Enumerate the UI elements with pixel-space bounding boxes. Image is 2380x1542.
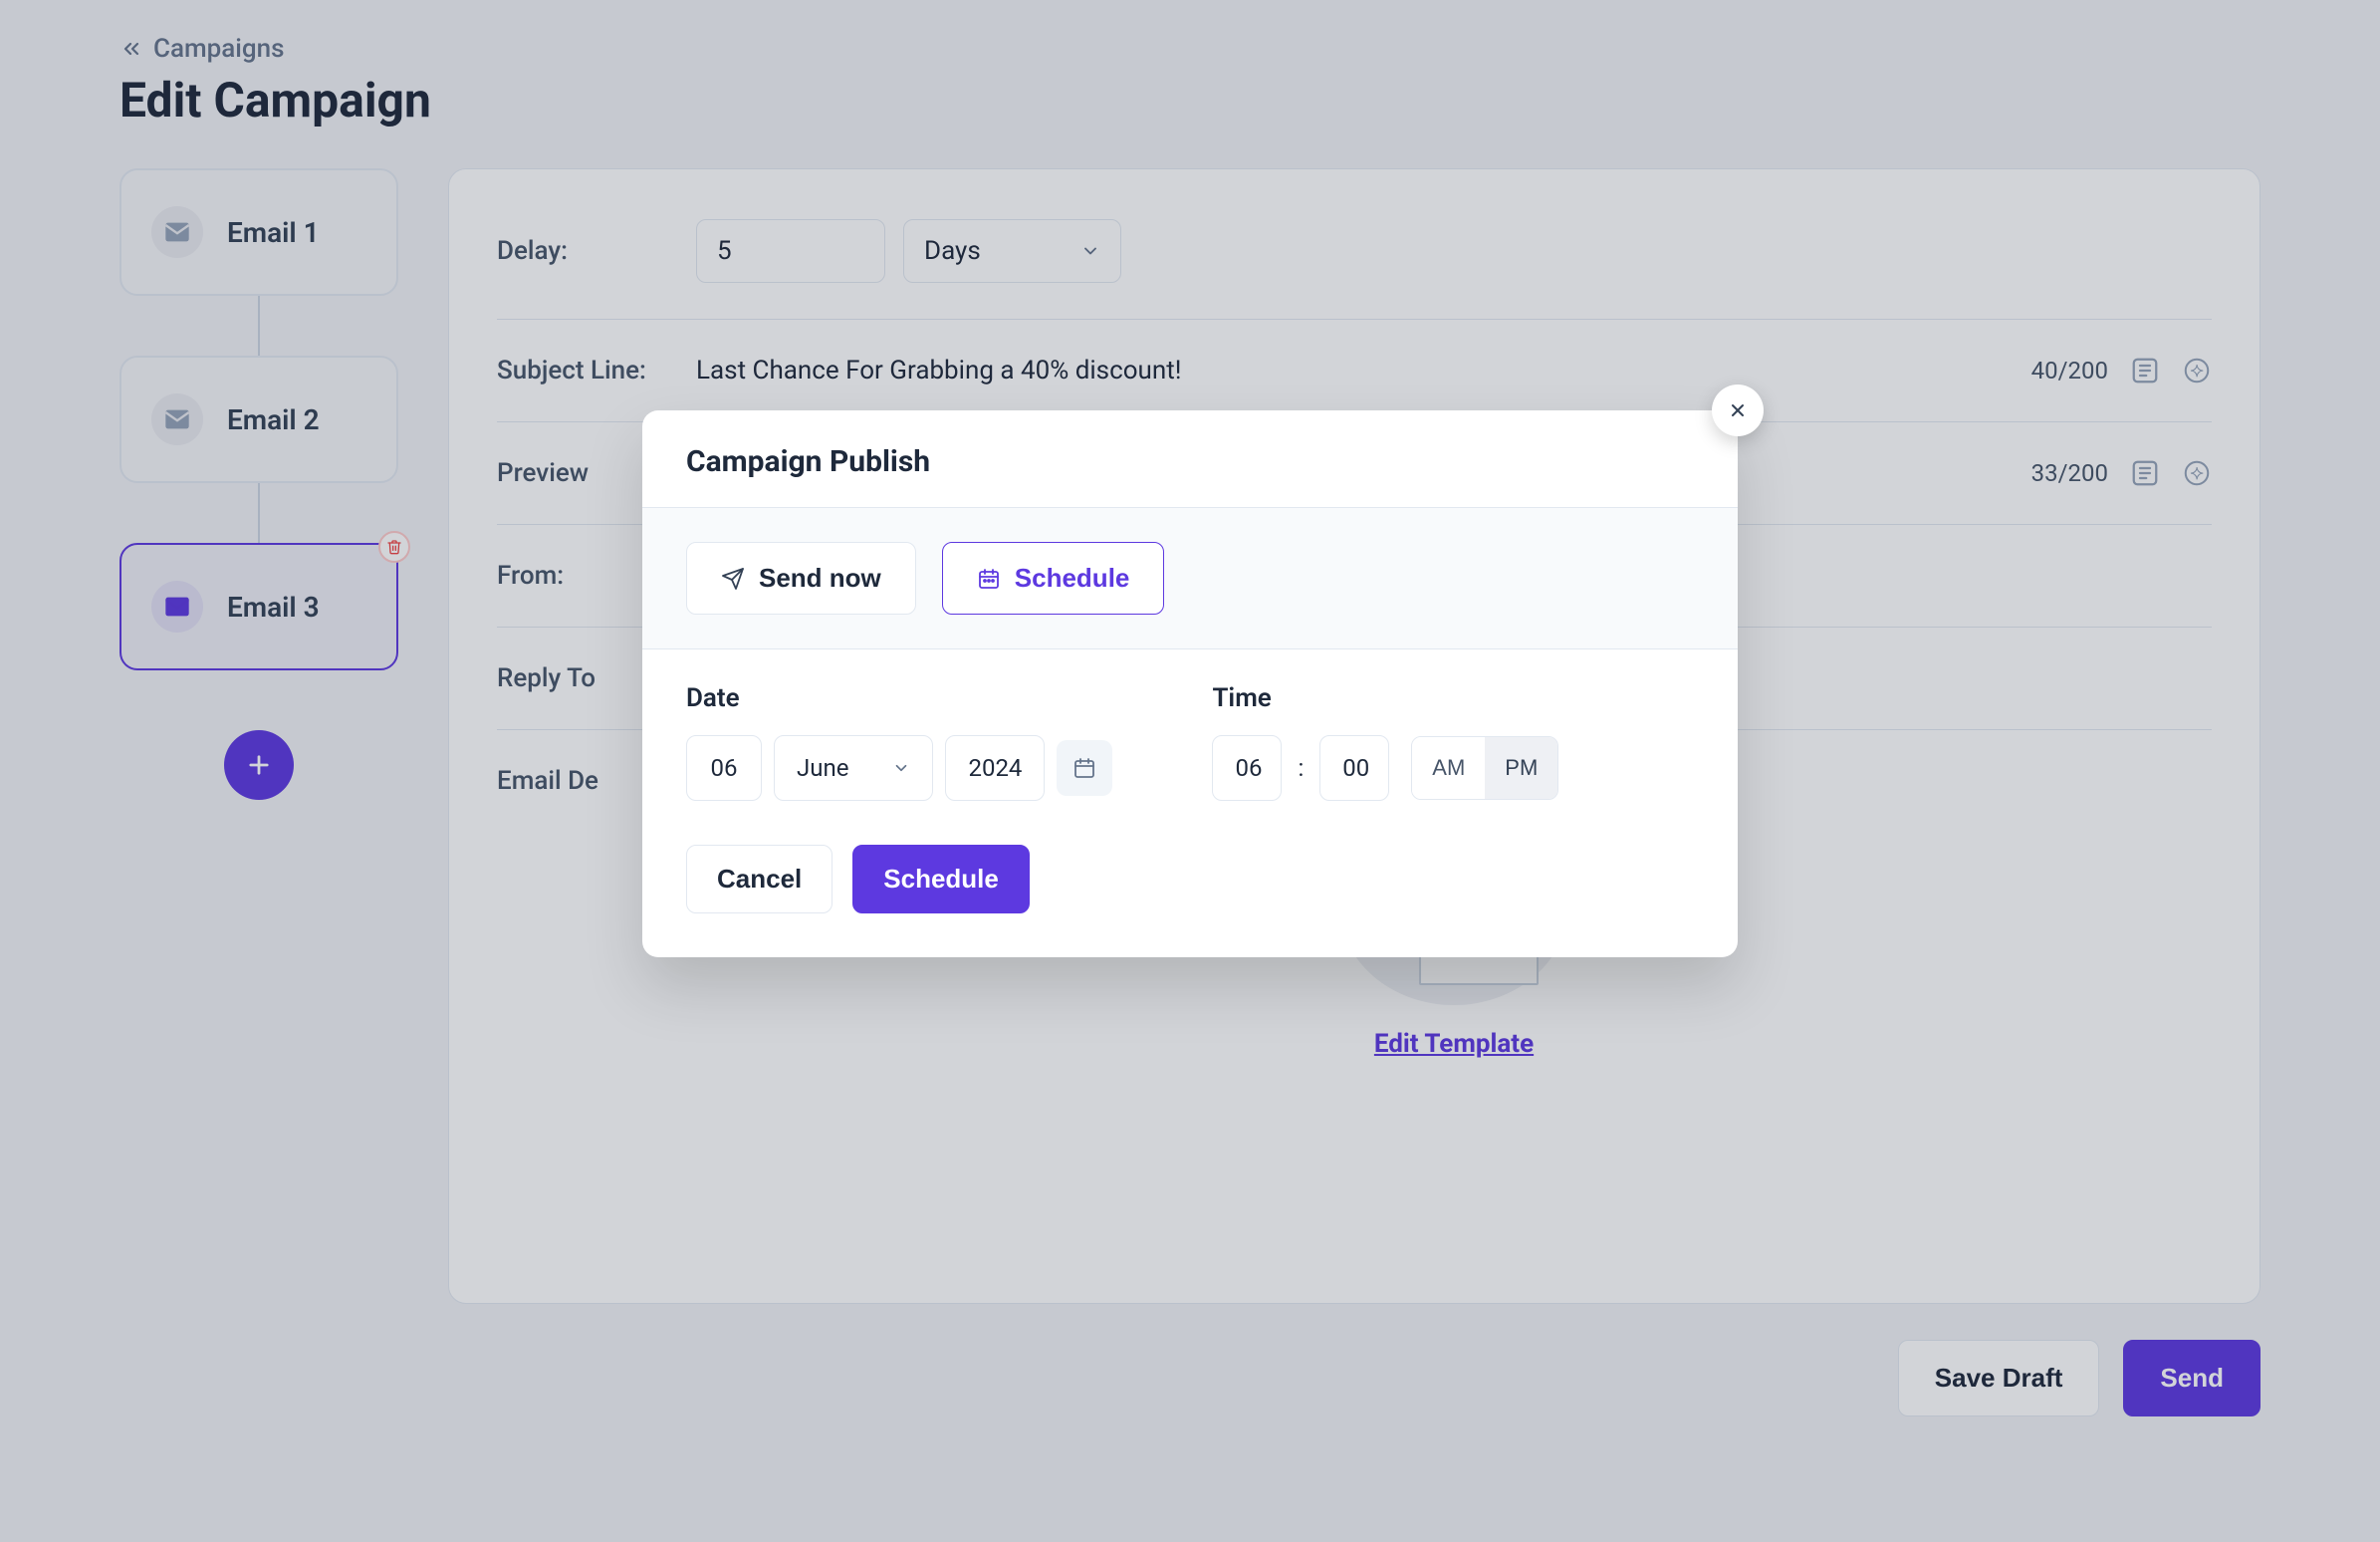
time-label: Time xyxy=(1212,683,1558,713)
send-icon xyxy=(721,567,745,591)
date-month-value: June xyxy=(797,754,848,782)
publish-modal: Campaign Publish Send now Schedule Date … xyxy=(642,410,1738,957)
am-button[interactable]: AM xyxy=(1412,737,1485,799)
time-minute-input[interactable]: 00 xyxy=(1319,735,1389,801)
close-icon xyxy=(1728,400,1748,420)
cancel-button[interactable]: Cancel xyxy=(686,845,833,913)
tab-schedule[interactable]: Schedule xyxy=(942,542,1165,615)
ampm-toggle: AM PM xyxy=(1411,736,1558,800)
modal-header: Campaign Publish xyxy=(642,410,1738,508)
time-hour-input[interactable]: 06 xyxy=(1212,735,1282,801)
date-day-input[interactable]: 06 xyxy=(686,735,762,801)
modal-close-button[interactable] xyxy=(1712,385,1764,436)
time-colon: : xyxy=(1294,754,1308,782)
time-group: Time 06 : 00 AM PM xyxy=(1212,683,1558,801)
tab-label: Send now xyxy=(759,563,881,594)
pm-button[interactable]: PM xyxy=(1485,737,1557,799)
chevron-down-icon xyxy=(892,759,910,777)
calendar-icon xyxy=(977,567,1001,591)
modal-tabs: Send now Schedule xyxy=(642,508,1738,649)
modal-title: Campaign Publish xyxy=(686,444,1694,479)
date-group: Date 06 June 2024 xyxy=(686,683,1112,801)
modal-body: Date 06 June 2024 xyxy=(642,649,1738,821)
schedule-button[interactable]: Schedule xyxy=(852,845,1030,913)
date-label: Date xyxy=(686,683,1112,713)
modal-overlay[interactable]: Campaign Publish Send now Schedule Date … xyxy=(0,0,2380,1542)
tab-label: Schedule xyxy=(1015,563,1130,594)
modal-footer: Cancel Schedule xyxy=(642,821,1738,957)
date-year-input[interactable]: 2024 xyxy=(945,735,1045,801)
calendar-icon xyxy=(1072,756,1096,780)
tab-send-now[interactable]: Send now xyxy=(686,542,916,615)
date-month-select[interactable]: June xyxy=(774,735,933,801)
open-datepicker-button[interactable] xyxy=(1057,740,1112,796)
